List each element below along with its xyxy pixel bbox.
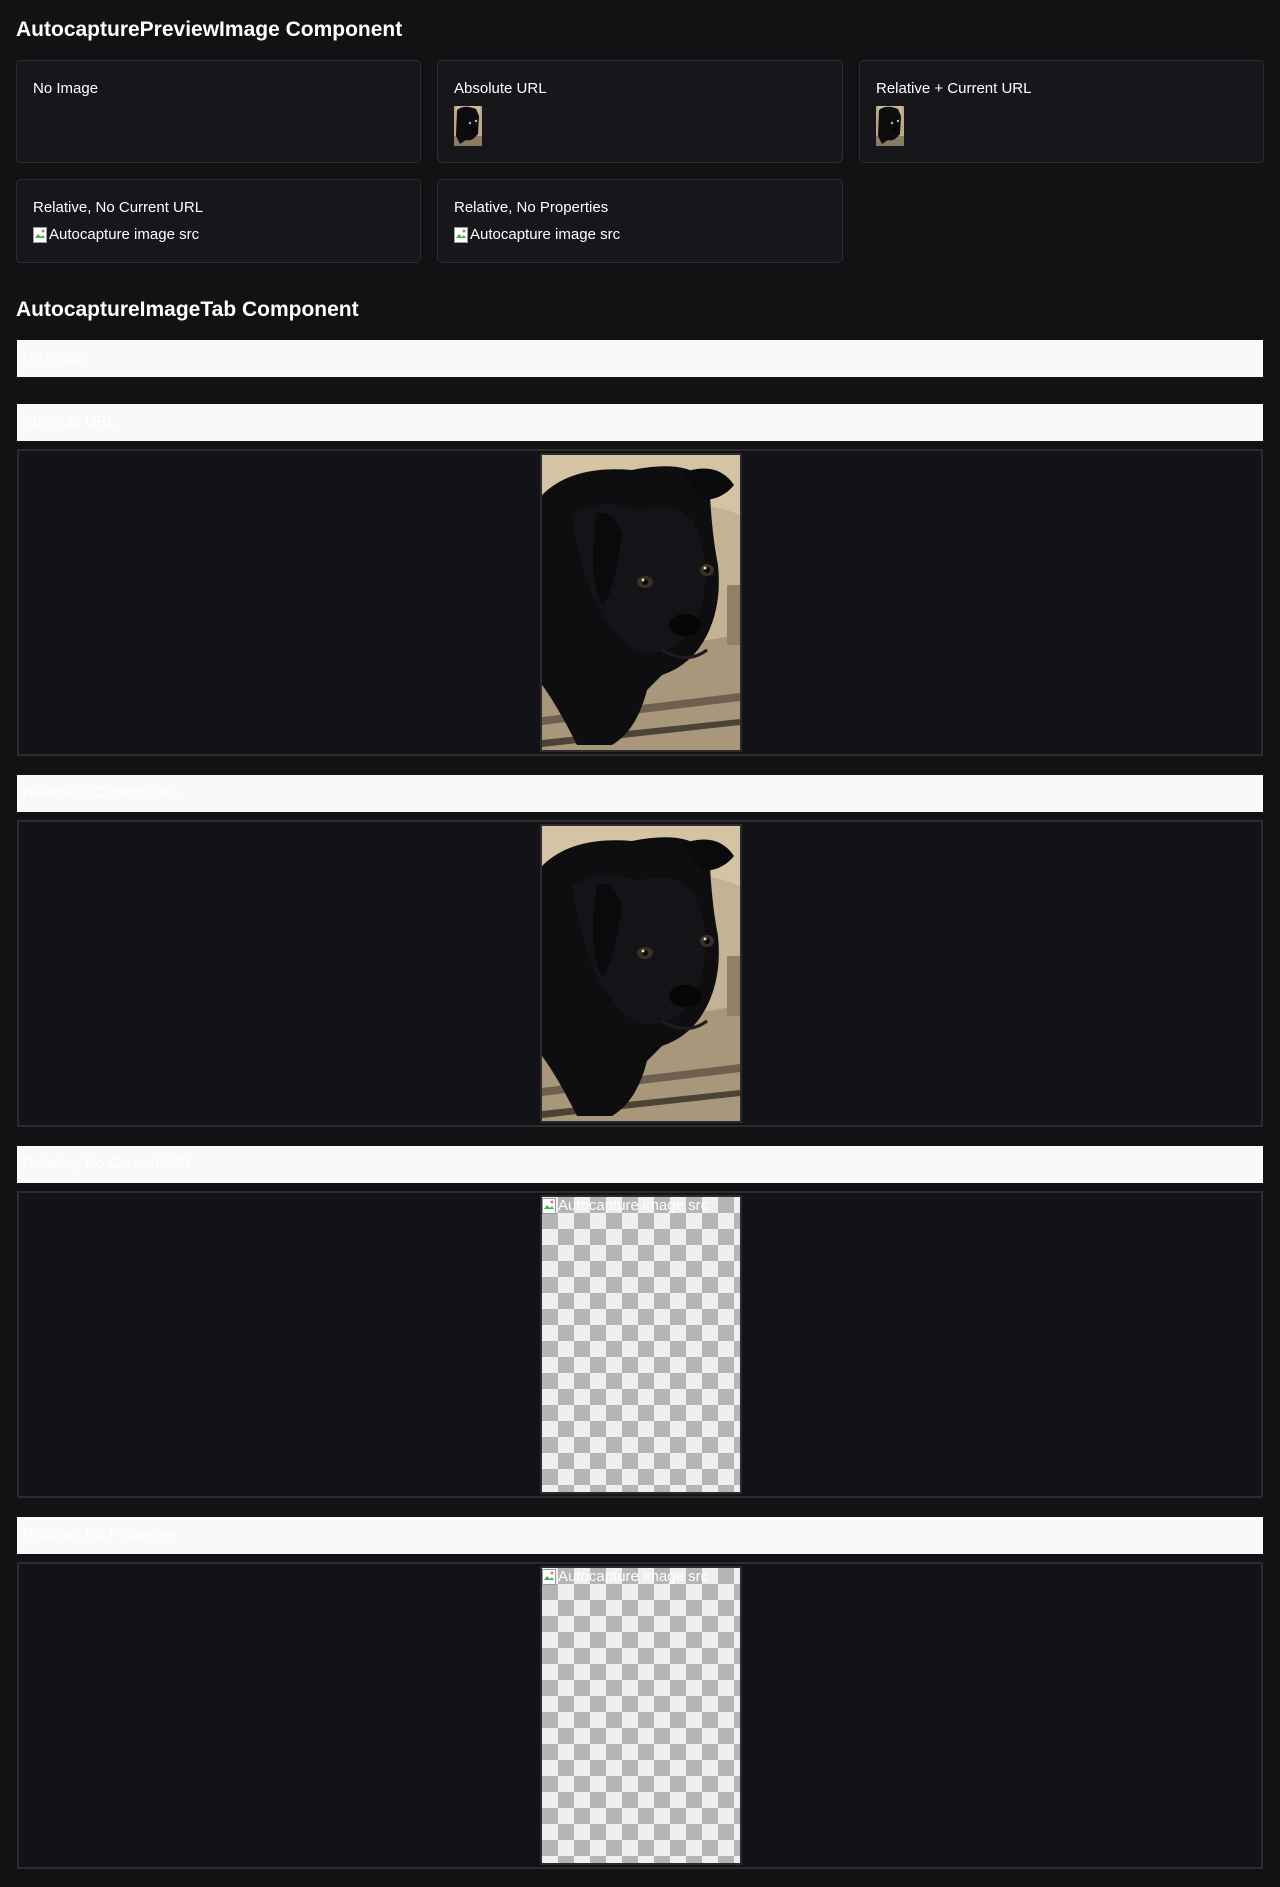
dog-photo-image — [542, 826, 740, 1121]
dog-photo-image — [454, 106, 482, 146]
broken-image-icon — [454, 227, 468, 243]
dog-image — [540, 824, 742, 1123]
transparency-checker: Autocapture image src — [542, 1568, 740, 1863]
broken-image-icon — [33, 227, 47, 243]
preview-card-no-image: No Image — [16, 60, 421, 163]
tab-section-title: AutocaptureImageTab Component — [16, 298, 359, 321]
broken-image-icon — [542, 1569, 556, 1585]
card-title: No Image — [33, 80, 99, 97]
tab-header-absolute-url[interactable]: Absolute URL — [17, 404, 1263, 441]
broken-image: Autocapture image src — [33, 226, 199, 244]
broken-image: Autocapture image src — [540, 1195, 742, 1494]
dog-image — [540, 453, 742, 752]
broken-image: Autocapture image src — [542, 1568, 708, 1586]
dog-thumbnail[interactable] — [876, 106, 904, 146]
tab-header-no-image[interactable]: No image — [17, 340, 1263, 377]
broken-image: Autocapture image src — [542, 1197, 708, 1215]
tab-body-relative-no-properties: Autocapture image src — [17, 1562, 1263, 1869]
broken-image: Autocapture image src — [454, 226, 620, 244]
broken-image-alt: Autocapture image src — [558, 1568, 709, 1585]
tab-header-relative-no-properties[interactable]: Relative, No Properties — [17, 1517, 1263, 1554]
card-title: Relative, No Current URL — [33, 199, 204, 216]
dog-photo-image — [542, 455, 740, 750]
tab-header-relative-current-url[interactable]: Relative + Current URL — [17, 775, 1263, 812]
preview-card-relative-no-current-url: Relative, No Current URL Autocapture ima… — [16, 179, 421, 263]
card-title: Absolute URL — [454, 80, 547, 97]
broken-image-alt: Autocapture image src — [470, 226, 621, 243]
card-title: Relative + Current URL — [876, 80, 1032, 97]
broken-image: Autocapture image src — [540, 1566, 742, 1865]
tab-body-relative-current-url — [17, 820, 1263, 1127]
dog-photo-image — [876, 106, 904, 146]
broken-image-alt: Autocapture image src — [49, 226, 200, 243]
broken-image-alt: Autocapture image src — [558, 1197, 709, 1214]
dog-thumbnail[interactable] — [454, 106, 482, 146]
tab-header-relative-no-current-url[interactable]: Relative, No Current URL — [17, 1146, 1263, 1183]
transparency-checker: Autocapture image src — [542, 1197, 740, 1492]
tab-body-absolute-url — [17, 449, 1263, 756]
preview-section-title: AutocapturePreviewImage Component — [16, 18, 403, 41]
preview-card-relative-current-url: Relative + Current URL — [859, 60, 1264, 163]
broken-image-icon — [542, 1198, 556, 1214]
preview-card-relative-no-properties: Relative, No Properties Autocapture imag… — [437, 179, 843, 263]
preview-card-absolute-url: Absolute URL — [437, 60, 843, 163]
tab-body-relative-no-current-url: Autocapture image src — [17, 1191, 1263, 1498]
card-title: Relative, No Properties — [454, 199, 609, 216]
